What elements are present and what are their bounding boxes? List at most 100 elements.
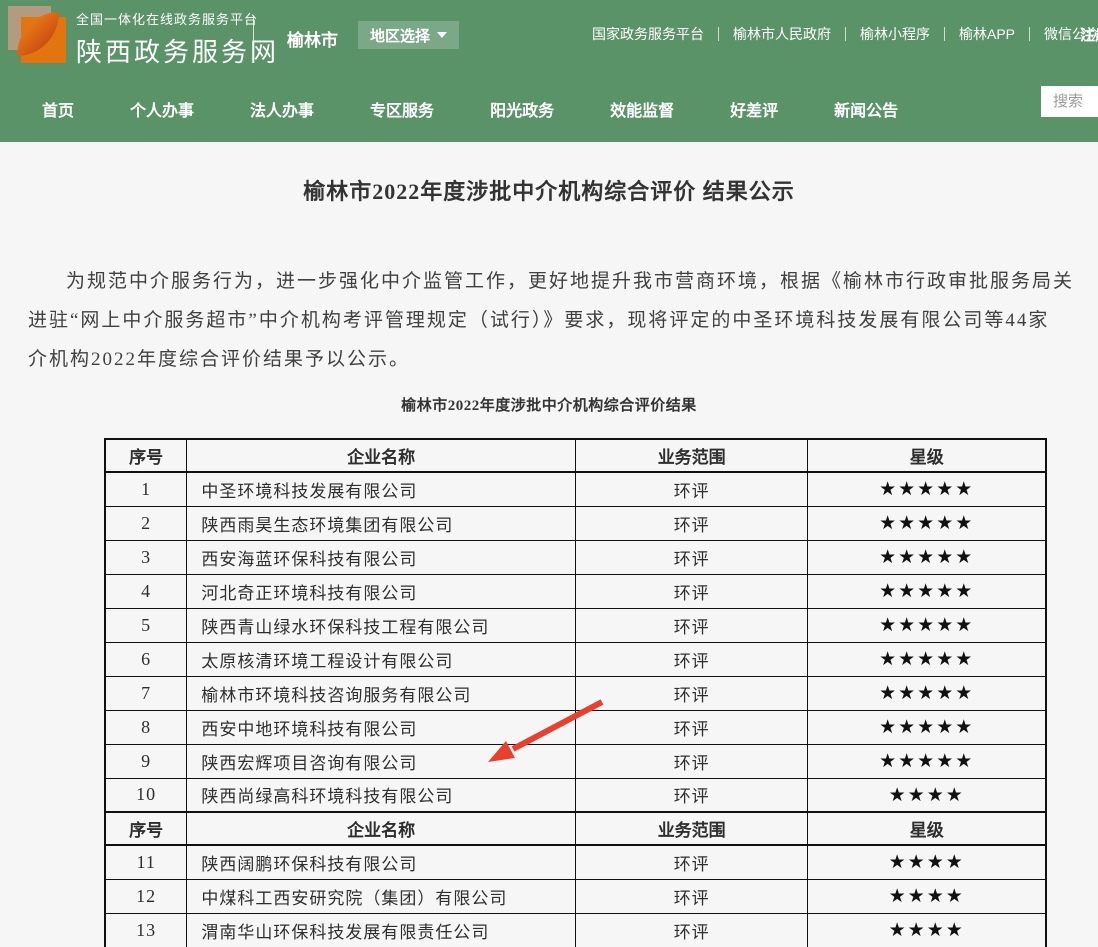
nav-item-8[interactable]: 新闻公告: [834, 97, 898, 121]
register-link[interactable]: 注册: [1080, 24, 1098, 45]
cell-index: 9: [105, 744, 187, 778]
cell-business-scope: 环评: [575, 710, 807, 744]
cell-star-rating: ★★★★★: [808, 472, 1046, 506]
table-row: 13渭南华山环保科技发展有限责任公司环评★★★★: [105, 913, 1046, 947]
cell-company-name: 陕西宏辉项目咨询有限公司: [187, 744, 576, 778]
evaluation-results-table: 序号企业名称业务范围星级1中圣环境科技发展有限公司环评★★★★★2陕西雨昊生态环…: [104, 438, 1047, 947]
announcement-document: 榆林市2022年度涉批中介机构综合评价 结果公示 为规范中介服务行为，进一步强化…: [0, 174, 1098, 947]
cell-index: 3: [105, 540, 187, 574]
current-city-label: 榆林市: [287, 26, 338, 51]
chevron-down-icon: [437, 32, 447, 38]
cell-star-rating: ★★★★★: [808, 744, 1046, 778]
header-divider: [253, 16, 254, 60]
paragraph-line-2: 进驻“网上中介服务超市”中介机构考评管理规定（试行）》要求，现将评定的中圣环境科…: [28, 301, 1098, 340]
nav-item-6[interactable]: 效能监督: [610, 97, 674, 121]
cell-star-rating: ★★★★: [808, 778, 1046, 812]
cell-business-scope: 环评: [575, 540, 807, 574]
cell-index: 10: [105, 778, 187, 812]
table-row: 6太原核清环境工程设计有限公司环评★★★★★: [105, 642, 1046, 676]
cell-company-name: 中圣环境科技发展有限公司: [187, 472, 576, 506]
search-input[interactable]: [1041, 86, 1098, 117]
table-row: 4河北奇正环境科技有限公司环评★★★★★: [105, 574, 1046, 608]
brand-site-name: 陕西政务服务网: [76, 32, 279, 69]
main-nav: 首页 个人办事 法人办事 专区服务 阳光政务 效能监督 好差评 新闻公告: [0, 75, 1098, 142]
table-header-row: 序号企业名称业务范围星级: [105, 439, 1046, 472]
column-header: 序号: [105, 812, 187, 845]
nav-item-5[interactable]: 阳光政务: [490, 97, 554, 121]
cell-business-scope: 环评: [575, 778, 807, 812]
cell-business-scope: 环评: [575, 676, 807, 710]
table-row: 3西安海蓝环保科技有限公司环评★★★★★: [105, 540, 1046, 574]
table-row: 10陕西尚绿高科环境科技有限公司环评★★★★: [105, 778, 1046, 812]
nav-item-2[interactable]: 个人办事: [130, 97, 194, 121]
column-header: 星级: [808, 812, 1046, 845]
cell-star-rating: ★★★★★: [808, 506, 1046, 540]
cell-company-name: 榆林市环境科技咨询服务有限公司: [187, 676, 576, 710]
cell-business-scope: 环评: [575, 574, 807, 608]
cell-star-rating: ★★★★: [808, 845, 1046, 879]
cell-company-name: 陕西阔鹏环保科技有限公司: [187, 845, 576, 879]
cell-star-rating: ★★★★★: [808, 574, 1046, 608]
header-link-3[interactable]: 榆林小程序: [846, 24, 944, 44]
cell-business-scope: 环评: [575, 879, 807, 913]
cell-company-name: 中煤科工西安研究院（集团）有限公司: [187, 879, 576, 913]
cell-star-rating: ★★★★: [808, 913, 1046, 947]
cell-star-rating: ★★★★★: [808, 608, 1046, 642]
cell-business-scope: 环评: [575, 472, 807, 506]
cell-business-scope: 环评: [575, 913, 807, 947]
nav-item-1[interactable]: 首页: [42, 97, 74, 121]
region-select-button[interactable]: 地区选择: [358, 21, 459, 49]
table-header-row: 序号企业名称业务范围星级: [105, 812, 1046, 845]
cell-star-rating: ★★★★★: [808, 540, 1046, 574]
cell-index: 2: [105, 506, 187, 540]
cell-business-scope: 环评: [575, 642, 807, 676]
cell-company-name: 太原核清环境工程设计有限公司: [187, 642, 576, 676]
cell-star-rating: ★★★★★: [808, 710, 1046, 744]
table-row: 2陕西雨昊生态环境集团有限公司环评★★★★★: [105, 506, 1046, 540]
column-header: 企业名称: [187, 812, 576, 845]
cell-star-rating: ★★★★: [808, 879, 1046, 913]
site-header: 全国一体化在线政务服务平台 陕西政务服务网 榆林市 地区选择 国家政务服务平台榆…: [0, 0, 1098, 142]
cell-index: 6: [105, 642, 187, 676]
brand-block: 全国一体化在线政务服务平台 陕西政务服务网: [76, 9, 279, 69]
cell-index: 8: [105, 710, 187, 744]
page-title: 榆林市2022年度涉批中介机构综合评价 结果公示: [0, 174, 1098, 206]
nav-item-7[interactable]: 好差评: [730, 97, 778, 121]
cell-index: 11: [105, 845, 187, 879]
cell-business-scope: 环评: [575, 744, 807, 778]
table-row: 11陕西阔鹏环保科技有限公司环评★★★★: [105, 845, 1046, 879]
column-header: 业务范围: [575, 812, 807, 845]
cell-index: 13: [105, 913, 187, 947]
cell-company-name: 陕西青山绿水环保科技工程有限公司: [187, 608, 576, 642]
cell-business-scope: 环评: [575, 506, 807, 540]
table-row: 1中圣环境科技发展有限公司环评★★★★★: [105, 472, 1046, 506]
cell-star-rating: ★★★★★: [808, 676, 1046, 710]
header-link-1[interactable]: 国家政务服务平台: [578, 24, 718, 44]
table-row: 5陕西青山绿水环保科技工程有限公司环评★★★★★: [105, 608, 1046, 642]
header-quick-links: 国家政务服务平台榆林市人民政府榆林小程序榆林APP微信公众号: [578, 24, 1098, 44]
table-row: 12中煤科工西安研究院（集团）有限公司环评★★★★: [105, 879, 1046, 913]
table-row: 9陕西宏辉项目咨询有限公司环评★★★★★: [105, 744, 1046, 778]
cell-company-name: 陕西雨昊生态环境集团有限公司: [187, 506, 576, 540]
announcement-paragraph: 为规范中介服务行为，进一步强化中介监管工作，更好地提升我市营商环境，根据《榆林市…: [0, 262, 1098, 379]
nav-item-3[interactable]: 法人办事: [250, 97, 314, 121]
column-header: 企业名称: [187, 439, 576, 472]
header-link-2[interactable]: 榆林市人民政府: [719, 24, 845, 44]
nav-item-4[interactable]: 专区服务: [370, 97, 434, 121]
cell-business-scope: 环评: [575, 845, 807, 879]
cell-company-name: 陕西尚绿高科环境科技有限公司: [187, 778, 576, 812]
paragraph-line-1: 为规范中介服务行为，进一步强化中介监管工作，更好地提升我市营商环境，根据《榆林市…: [28, 262, 1098, 301]
cell-company-name: 河北奇正环境科技有限公司: [187, 574, 576, 608]
cell-index: 1: [105, 472, 187, 506]
cell-company-name: 渭南华山环保科技发展有限责任公司: [187, 913, 576, 947]
cell-index: 5: [105, 608, 187, 642]
cell-company-name: 西安海蓝环保科技有限公司: [187, 540, 576, 574]
region-select-label: 地区选择: [370, 25, 430, 46]
site-logo: [8, 5, 66, 63]
cell-business-scope: 环评: [575, 608, 807, 642]
cell-index: 7: [105, 676, 187, 710]
table-caption: 榆林市2022年度涉批中介机构综合评价结果: [0, 394, 1098, 415]
paragraph-line-3: 介机构2022年度综合评价结果予以公示。: [28, 340, 1098, 379]
brand-platform-text: 全国一体化在线政务服务平台: [76, 9, 279, 28]
header-link-4[interactable]: 榆林APP: [945, 24, 1029, 44]
